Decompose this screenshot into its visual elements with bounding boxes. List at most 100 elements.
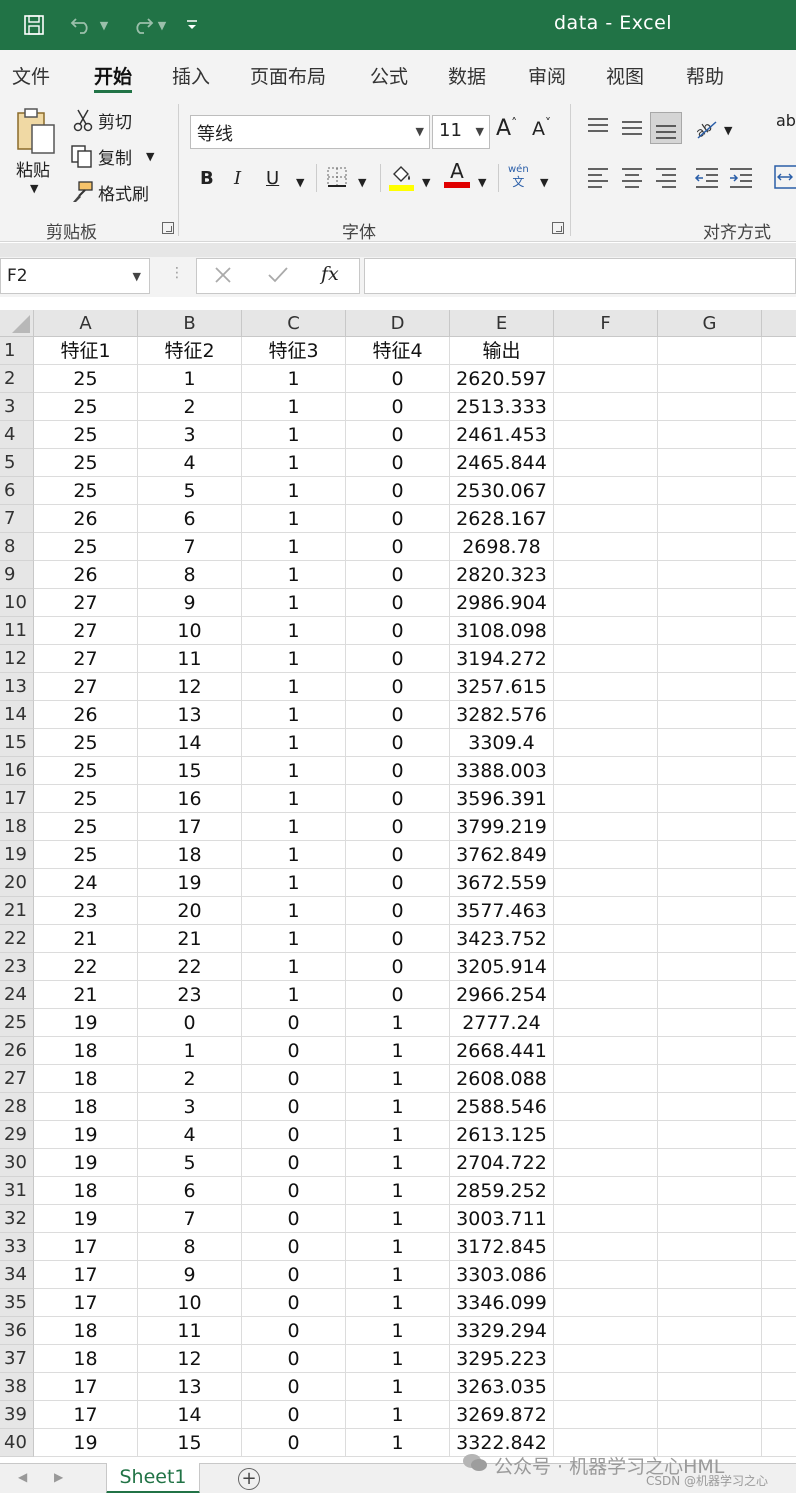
sheet-tab-sheet1[interactable]: Sheet1 [106,1463,200,1493]
cell[interactable] [658,1317,762,1345]
cell[interactable] [762,505,796,533]
row-header[interactable]: 4 [0,421,34,449]
cell[interactable]: 0 [242,1261,346,1289]
cell[interactable]: 27 [34,673,138,701]
cell[interactable] [554,729,658,757]
cell[interactable]: 10 [138,1289,242,1317]
cell[interactable]: 1 [346,1345,450,1373]
cell[interactable] [554,673,658,701]
font-launcher-icon[interactable] [552,222,564,234]
cell[interactable]: 0 [346,841,450,869]
cell[interactable]: 2859.252 [450,1177,554,1205]
cell[interactable] [554,1177,658,1205]
cell[interactable] [554,897,658,925]
italic-button[interactable]: I [234,168,241,189]
cell[interactable]: 1 [242,869,346,897]
cell[interactable]: 23 [34,897,138,925]
fill-color-icon[interactable] [388,162,416,192]
align-top-icon[interactable] [586,116,610,138]
cell[interactable] [658,645,762,673]
cell[interactable] [658,673,762,701]
cell[interactable] [658,337,762,365]
copy-icon[interactable] [70,144,94,168]
cell[interactable] [658,1345,762,1373]
cell[interactable]: 3257.615 [450,673,554,701]
cell[interactable] [762,1345,796,1373]
cell[interactable]: 1 [242,925,346,953]
row-header[interactable]: 2 [0,365,34,393]
cell[interactable] [658,981,762,1009]
cell[interactable]: 26 [34,505,138,533]
cell[interactable] [554,393,658,421]
cell[interactable]: 25 [34,729,138,757]
cell[interactable]: 2966.254 [450,981,554,1009]
cell[interactable] [554,1345,658,1373]
cell[interactable] [554,1121,658,1149]
cell[interactable]: 0 [346,981,450,1009]
paste-button[interactable]: 粘贴 [16,156,50,181]
column-header-g[interactable]: G [658,310,762,337]
grow-font-button[interactable]: A ˄ [496,116,517,142]
cell[interactable] [658,1233,762,1261]
cell[interactable] [658,505,762,533]
cell[interactable] [762,393,796,421]
cell[interactable]: 3596.391 [450,785,554,813]
cell[interactable] [762,1373,796,1401]
cell[interactable]: 3205.914 [450,953,554,981]
decrease-indent-icon[interactable] [694,166,720,188]
row-header[interactable]: 28 [0,1093,34,1121]
cell[interactable]: 17 [34,1261,138,1289]
column-header-c[interactable]: C [242,310,346,337]
add-sheet-button[interactable]: + [238,1468,260,1490]
cell[interactable]: 0 [242,1289,346,1317]
cell[interactable] [658,1373,762,1401]
cell[interactable]: 7 [138,1205,242,1233]
cell[interactable]: 0 [242,1009,346,1037]
cell[interactable] [658,1065,762,1093]
cell[interactable]: 19 [34,1009,138,1037]
cell[interactable] [762,813,796,841]
cell[interactable]: 0 [346,449,450,477]
cell[interactable] [554,1009,658,1037]
row-header[interactable]: 9 [0,561,34,589]
cell[interactable] [554,981,658,1009]
cell[interactable]: 3346.099 [450,1289,554,1317]
row-header[interactable]: 33 [0,1233,34,1261]
align-center-icon[interactable] [620,166,644,188]
cell[interactable] [554,1205,658,1233]
row-header[interactable]: 7 [0,505,34,533]
cell[interactable]: 14 [138,1401,242,1429]
row-header[interactable]: 25 [0,1009,34,1037]
cell[interactable]: 3282.576 [450,701,554,729]
cell[interactable] [554,869,658,897]
cell[interactable]: 0 [346,421,450,449]
align-middle-icon[interactable] [620,116,644,138]
cell[interactable] [554,1093,658,1121]
cell[interactable]: 23 [138,981,242,1009]
cell[interactable]: 1 [242,393,346,421]
cell[interactable]: 15 [138,757,242,785]
cell[interactable] [658,869,762,897]
cell[interactable]: 19 [34,1149,138,1177]
cell[interactable]: 25 [34,365,138,393]
tab-insert[interactable]: 插入 [172,62,210,89]
tab-file[interactable]: 文件 [12,62,50,89]
row-header[interactable]: 40 [0,1429,34,1457]
cell[interactable]: 0 [346,645,450,673]
cell[interactable]: 0 [242,1037,346,1065]
row-header[interactable]: 39 [0,1401,34,1429]
borders-icon[interactable] [326,166,348,188]
row-header[interactable]: 11 [0,617,34,645]
cell[interactable]: 3194.272 [450,645,554,673]
cut-button[interactable]: 剪切 [98,108,132,133]
cell[interactable]: 0 [242,1177,346,1205]
cell[interactable]: 0 [242,1317,346,1345]
cell[interactable]: 1 [346,1205,450,1233]
cell[interactable]: 2608.088 [450,1065,554,1093]
insert-function-button[interactable]: fx [321,263,339,285]
cell[interactable]: 18 [34,1317,138,1345]
cut-icon[interactable] [72,108,94,132]
align-right-icon[interactable] [654,166,678,188]
cell[interactable]: 1 [346,1093,450,1121]
cell[interactable] [762,561,796,589]
